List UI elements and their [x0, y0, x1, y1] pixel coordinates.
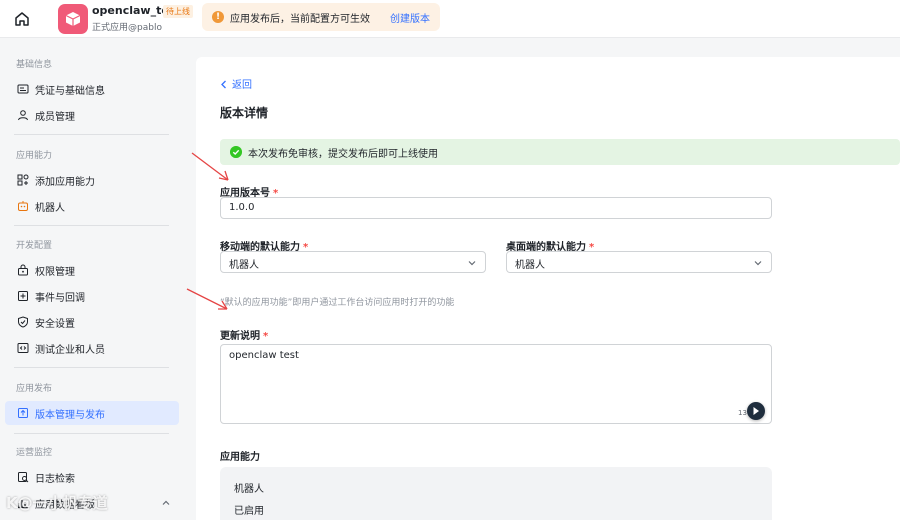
chevron-left-icon — [221, 80, 226, 89]
sidebar-item-security[interactable]: 安全设置 — [5, 310, 179, 334]
main-content: 返回 版本详情 本次发布免审核，提交发布后即可上线使用 应用版本号 * 1.0.0… — [186, 39, 900, 520]
apps-grid-icon — [17, 174, 29, 186]
sidebar-item-test-users[interactable]: 测试企业和人员 — [5, 336, 179, 360]
success-banner: 本次发布免审核，提交发布后即可上线使用 — [220, 139, 900, 165]
required-mark: * — [263, 331, 269, 342]
sidebar-item-label: 机器人 — [35, 203, 65, 214]
sidebar-item-label: 成员管理 — [35, 112, 75, 123]
capability-name: 机器人 — [234, 484, 264, 495]
sidebar-item-members[interactable]: 成员管理 — [5, 103, 179, 127]
robot-icon — [18, 201, 28, 211]
sidebar: 基础信息 凭证与基础信息 成员管理 应用能力 添加应用能力 机器人 开发配置 权… — [0, 39, 186, 520]
sidebar-item-version-release[interactable]: 版本管理与发布 — [5, 401, 179, 425]
chevron-down-icon — [754, 261, 762, 266]
capability-label: 应用能力 — [220, 452, 260, 463]
page-title: 版本详情 — [220, 106, 269, 120]
shield-icon — [18, 316, 28, 328]
capability-box: 机器人 已启用 — [220, 467, 772, 520]
back-link[interactable]: 返回 — [220, 76, 252, 91]
sidebar-section-release: 应用发布 — [16, 384, 53, 394]
back-label: 返回 — [232, 80, 252, 91]
sidebar-item-robot[interactable]: 机器人 — [5, 194, 179, 218]
sidebar-item-label: 事件与回调 — [35, 293, 85, 304]
create-version-link[interactable]: 创建版本 — [390, 10, 430, 25]
watermark: K@一小帆专道 — [6, 494, 108, 512]
credential-icon — [17, 84, 29, 94]
mobile-default-select[interactable]: 机器人 — [220, 251, 486, 273]
chevron-up-icon[interactable] — [161, 498, 171, 508]
app-box-icon — [65, 12, 81, 26]
success-text: 本次发布免审核，提交发布后即可上线使用 — [248, 149, 438, 160]
log-search-icon — [18, 472, 29, 483]
user-icon — [18, 110, 28, 121]
publish-notice: ! 应用发布后，当前配置方可生效 创建版本 — [202, 3, 440, 31]
sidebar-section-capabilities: 应用能力 — [16, 151, 53, 161]
sidebar-item-label: 权限管理 — [35, 267, 75, 278]
notes-textarea[interactable]: openclaw test — [220, 344, 772, 424]
app-subtitle: 正式应用@pablo — [92, 23, 162, 33]
event-icon — [18, 291, 28, 301]
sidebar-divider — [14, 134, 169, 135]
default-capability-hint: “默认的应用功能”即用户通过工作台访问应用时打开的功能 — [220, 298, 455, 308]
desktop-default-value: 机器人 — [515, 260, 545, 271]
top-bar: openclaw_test 待上线 正式应用@pablo ! 应用发布后，当前配… — [0, 0, 900, 38]
sidebar-section-basic: 基础信息 — [16, 60, 53, 70]
sidebar-item-label: 安全设置 — [35, 319, 75, 330]
sidebar-item-permissions[interactable]: 权限管理 — [5, 258, 179, 282]
annotation-arrow — [186, 288, 228, 310]
version-detail-card: 返回 版本详情 本次发布免审核，提交发布后即可上线使用 应用版本号 * 1.0.0… — [196, 57, 900, 520]
sidebar-section-dev-config: 开发配置 — [16, 241, 53, 251]
sidebar-divider — [14, 225, 169, 226]
notes-label: 更新说明 * — [220, 331, 269, 342]
mobile-default-value: 机器人 — [229, 260, 259, 271]
app-status-badge: 待上线 — [163, 5, 193, 18]
notes-counter: 13 — [738, 409, 747, 417]
publish-icon — [18, 408, 28, 418]
sidebar-item-events[interactable]: 事件与回调 — [5, 284, 179, 308]
sidebar-item-label: 凭证与基础信息 — [35, 86, 105, 97]
sidebar-section-monitoring: 运营监控 — [16, 448, 53, 458]
chevron-down-icon — [468, 261, 476, 266]
lock-icon — [18, 264, 28, 276]
sidebar-item-add-capability[interactable]: 添加应用能力 — [5, 168, 179, 192]
home-icon[interactable] — [12, 9, 32, 29]
sidebar-divider — [14, 367, 169, 368]
sidebar-item-label: 日志检索 — [35, 474, 75, 485]
app-logo — [58, 4, 88, 34]
sidebar-divider — [14, 433, 169, 434]
annotation-arrow — [191, 152, 229, 181]
sidebar-item-log-search[interactable]: 日志检索 — [5, 465, 179, 489]
assistant-icon — [753, 407, 759, 415]
capability-status: 已启用 — [234, 506, 264, 517]
code-icon — [17, 343, 29, 353]
assistant-button[interactable] — [747, 402, 765, 420]
sidebar-item-credentials[interactable]: 凭证与基础信息 — [5, 77, 179, 101]
sidebar-item-label: 版本管理与发布 — [35, 410, 105, 421]
sidebar-item-label: 测试企业和人员 — [35, 345, 105, 356]
sidebar-item-label: 添加应用能力 — [35, 177, 95, 188]
desktop-default-select[interactable]: 机器人 — [506, 251, 772, 273]
warning-icon: ! — [212, 11, 224, 23]
version-input[interactable]: 1.0.0 — [220, 197, 772, 219]
notice-text: 应用发布后，当前配置方可生效 — [230, 14, 370, 25]
